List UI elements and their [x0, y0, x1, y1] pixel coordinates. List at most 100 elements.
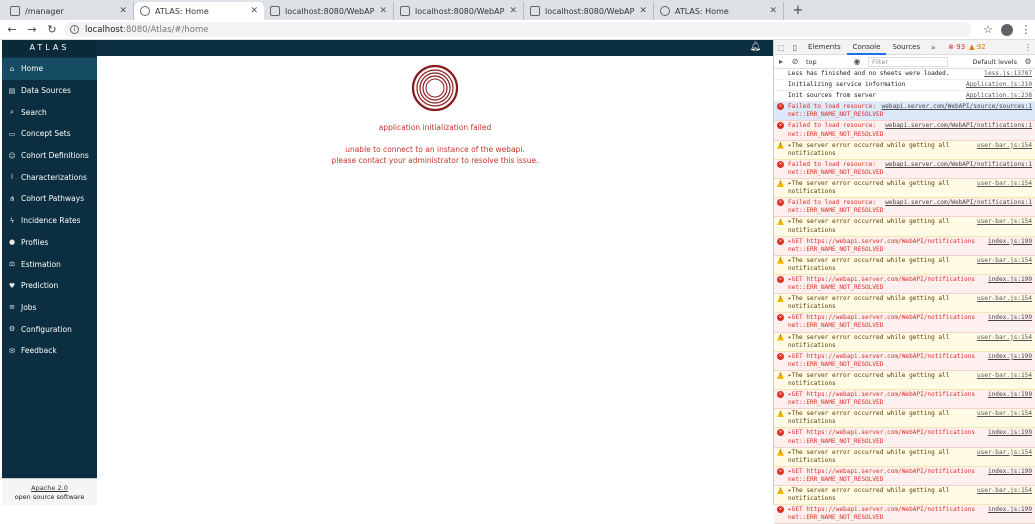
close-tab-icon[interactable]: ✕ [769, 6, 777, 16]
reload-icon[interactable]: ↻ [44, 23, 60, 36]
message-source-link[interactable]: user-bar.js:154 [977, 180, 1032, 188]
message-source-link[interactable]: user-bar.js:154 [977, 295, 1032, 303]
message-source-link[interactable]: Application.js:210 [966, 81, 1032, 89]
sidebar-item-estimation[interactable]: ⚖ Estimation [2, 253, 97, 275]
console-message[interactable]: ! user-bar.js:154 ▸The server error occurr… [774, 217, 1035, 237]
browser-tab[interactable]: localhost:8080/WebAPI/info ✕ [264, 2, 394, 20]
console-message[interactable]: ✕ webapi.server.com/WebAPI/notifications:… [774, 121, 1035, 141]
address-bar[interactable]: i localhost :8080/Atlas/#/home [64, 22, 971, 37]
console-message[interactable]: ! user-bar.js:154 ▸The server error occurr… [774, 140, 1035, 160]
context-select[interactable]: top [806, 58, 850, 66]
message-source-link[interactable]: index.js:199 [988, 238, 1032, 246]
close-tab-icon[interactable]: ✕ [119, 6, 127, 16]
browser-tab[interactable]: localhost:8080/WebAPI/source/s ✕ [524, 2, 654, 20]
tab-console[interactable]: Console [846, 40, 887, 55]
close-tab-icon[interactable]: ✕ [509, 6, 517, 16]
sidebar-item-concept-sets[interactable]: ▭ Concept Sets [2, 123, 97, 145]
browser-tab[interactable]: /manager ✕ [4, 2, 134, 20]
message-source-link[interactable]: user-bar.js:154 [977, 334, 1032, 342]
devtools-menu-icon[interactable]: ⋮ [1021, 43, 1035, 52]
console-message[interactable]: ✕ index.js:199 ▸GET https://webapi.server.… [774, 505, 1035, 524]
back-icon[interactable]: ← [4, 23, 20, 36]
bookmark-star-icon[interactable]: ☆ [979, 23, 997, 36]
license-link[interactable]: Apache 2.0 [2, 484, 97, 493]
message-source-link[interactable]: user-bar.js:154 [977, 142, 1032, 150]
console-filter-input[interactable]: Filter [868, 56, 948, 67]
console-message[interactable]: ! user-bar.js:154 ▸The server error occurr… [774, 332, 1035, 352]
warning-count-badge[interactable]: ▲ 92 [969, 43, 986, 51]
message-source-link[interactable]: less.js:13787 [984, 70, 1032, 78]
error-count-badge[interactable]: ⊗ 93 [948, 43, 965, 51]
console-message[interactable]: Application.js:210 Initializing service i… [774, 80, 1035, 92]
console-message[interactable]: ! user-bar.js:154 ▸The server error occurr… [774, 294, 1035, 314]
console-message[interactable]: ✕ index.js:199 ▸GET https://webapi.server.… [774, 351, 1035, 371]
console-message[interactable]: ✕ webapi.server.com/WebAPI/notifications:… [774, 159, 1035, 180]
message-source-link[interactable]: webapi.server.com/WebAPI/notifications:1 [885, 122, 1032, 130]
message-source-link[interactable]: user-bar.js:154 [977, 410, 1032, 418]
sidebar-item-cohort-definitions[interactable]: ☺ Cohort Definitions [2, 145, 97, 167]
message-source-link[interactable]: index.js:199 [988, 276, 1032, 284]
more-tabs-icon[interactable]: » [926, 43, 940, 52]
tab-sources[interactable]: Sources [886, 40, 926, 55]
console-message[interactable]: ! user-bar.js:154 ▸The server error occurr… [774, 179, 1035, 199]
inspect-icon[interactable]: ⬚ [774, 43, 788, 52]
clear-console-icon[interactable]: ⊘ [788, 57, 802, 66]
browser-tab[interactable]: ATLAS: Home ✕ [134, 2, 264, 20]
console-message[interactable]: ✕ index.js:199 ▸GET https://webapi.server.… [774, 428, 1035, 448]
console-message[interactable]: less.js:13787 Less has finished and no sh… [774, 69, 1035, 81]
console-message[interactable]: ✕ index.js:199 ▸GET https://webapi.server.… [774, 313, 1035, 333]
browser-tab[interactable]: localhost:8080/WebAPI/source/s ✕ [394, 2, 524, 20]
message-source-link[interactable]: index.js:199 [988, 314, 1032, 322]
close-tab-icon[interactable]: ✕ [639, 6, 647, 16]
message-source-link[interactable]: index.js:199 [988, 429, 1032, 437]
sidebar-item-cohort-pathways[interactable]: ⋔ Cohort Pathways [2, 188, 97, 210]
console-message[interactable]: ! user-bar.js:154 ▸The server error occurr… [774, 409, 1035, 429]
message-source-link[interactable]: user-bar.js:154 [977, 257, 1032, 265]
message-source-link[interactable]: index.js:199 [988, 353, 1032, 361]
sidebar-item-profiles[interactable]: ● Profiles [2, 232, 97, 254]
console-message[interactable]: Application.js:238 Init sources from serv… [774, 91, 1035, 103]
sidebar-item-search[interactable]: ⌕ Search [2, 101, 97, 123]
log-levels-select[interactable]: Default levels [972, 58, 1017, 66]
close-tab-icon[interactable]: ✕ [379, 6, 387, 16]
forward-icon[interactable]: → [24, 23, 40, 36]
console-settings-icon[interactable]: ⚙ [1021, 57, 1035, 66]
sidebar-item-data-sources[interactable]: ▤ Data Sources [2, 80, 97, 102]
console-message[interactable]: ✕ index.js:199 ▸GET https://webapi.server.… [774, 274, 1035, 295]
console-message[interactable]: ! user-bar.js:154 ▸The server error occurr… [774, 486, 1035, 506]
console-message[interactable]: ! user-bar.js:154 ▸The server error occurr… [774, 370, 1035, 391]
message-source-link[interactable]: user-bar.js:154 [977, 218, 1032, 226]
profile-avatar[interactable] [1001, 23, 1013, 36]
message-source-link[interactable]: webapi.server.com/WebAPI/source/sources:… [882, 103, 1032, 111]
console-message[interactable]: ! user-bar.js:154 ▸The server error occurr… [774, 447, 1035, 467]
console-message[interactable]: ✕ index.js:199 ▸GET https://webapi.server.… [774, 466, 1035, 487]
sidebar-item-feedback[interactable]: ✉ Feedback [2, 340, 97, 362]
eye-icon[interactable]: ◉ [850, 57, 864, 66]
console-message[interactable]: ✕ webapi.server.com/WebAPI/notifications:… [774, 198, 1035, 218]
sidebar-item-home[interactable]: ⌂ Home [2, 58, 97, 80]
sidebar-toggle-icon[interactable]: ▸ [774, 57, 788, 66]
sidebar-item-configuration[interactable]: ⚙ Configuration [2, 318, 97, 340]
console-message[interactable]: ✕ index.js:199 ▸GET https://webapi.server.… [774, 390, 1035, 410]
sidebar-item-characterizations[interactable]: ⌇ Characterizations [2, 166, 97, 188]
message-source-link[interactable]: index.js:199 [988, 506, 1032, 514]
browser-menu-icon[interactable]: ⋮ [1017, 23, 1035, 36]
message-source-link[interactable]: index.js:199 [988, 391, 1032, 399]
sidebar-item-prediction[interactable]: ♥ Prediction [2, 275, 97, 297]
message-source-link[interactable]: user-bar.js:154 [977, 372, 1032, 380]
message-source-link[interactable]: index.js:199 [988, 468, 1032, 476]
message-source-link[interactable]: Application.js:238 [966, 92, 1032, 100]
console-message[interactable]: ! user-bar.js:154 ▸The server error occurr… [774, 255, 1035, 275]
message-source-link[interactable]: webapi.server.com/WebAPI/notifications:1 [885, 161, 1032, 169]
sidebar-item-incidence-rates[interactable]: ϟ Incidence Rates [2, 210, 97, 232]
site-info-icon[interactable]: i [70, 25, 79, 34]
console-message[interactable]: ✕ webapi.server.com/WebAPI/source/sources… [774, 102, 1035, 122]
browser-tab[interactable]: ATLAS: Home ✕ [654, 2, 784, 20]
sidebar-item-jobs[interactable]: ≡ Jobs [2, 297, 97, 319]
message-source-link[interactable]: user-bar.js:154 [977, 449, 1032, 457]
console-message[interactable]: ✕ index.js:199 ▸GET https://webapi.server.… [774, 236, 1035, 256]
new-tab-button[interactable]: + [788, 2, 808, 20]
tab-elements[interactable]: Elements [802, 40, 847, 55]
message-source-link[interactable]: webapi.server.com/WebAPI/notifications:1 [885, 199, 1032, 207]
notifications-bell-icon[interactable]: 🔔︎ [750, 42, 761, 52]
